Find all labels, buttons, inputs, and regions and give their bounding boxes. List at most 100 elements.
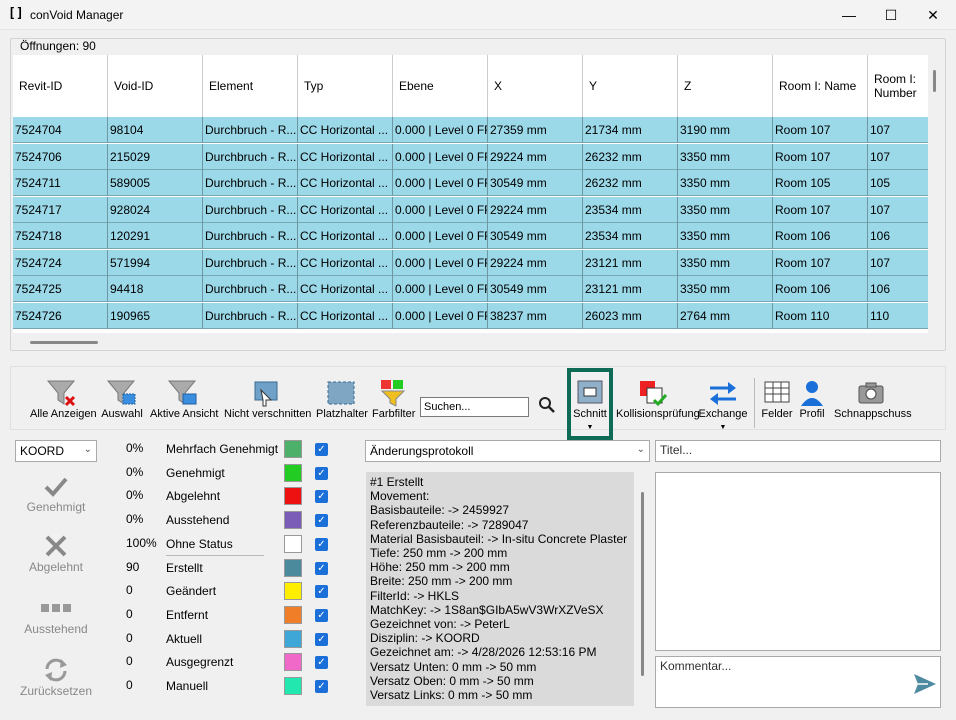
table-cell[interactable]: 7524717 xyxy=(13,196,108,223)
table-cell[interactable]: 120291 xyxy=(108,223,203,249)
column-header[interactable]: Room I: Name xyxy=(773,55,868,117)
status-visibility-checkbox[interactable]: ✓ xyxy=(315,585,328,599)
close-button[interactable]: ✕ xyxy=(912,0,954,30)
table-cell[interactable]: 94418 xyxy=(108,276,203,302)
active-view-button[interactable]: Aktive Ansicht xyxy=(150,378,218,420)
table-row[interactable]: 7524704 98104 Durchbruch - R... CC Horizont… xyxy=(13,117,928,143)
status-color-swatch[interactable] xyxy=(284,677,302,695)
column-header[interactable]: Element xyxy=(203,55,298,117)
table-cell[interactable]: Room 107 xyxy=(773,143,868,170)
table-cell[interactable]: 3350 mm xyxy=(678,170,773,196)
column-header[interactable]: Typ xyxy=(298,55,393,117)
log-scroll-thumb[interactable] xyxy=(641,492,644,676)
table-cell[interactable]: 3350 mm xyxy=(678,249,773,276)
table-row[interactable]: 7524724 571994 Durchbruch - R... CC Horizon… xyxy=(13,249,928,276)
table-cell[interactable]: Durchbruch - R... xyxy=(203,276,298,302)
table-cell[interactable]: 23121 mm xyxy=(583,276,678,302)
table-cell[interactable]: 3350 mm xyxy=(678,196,773,223)
table-cell[interactable]: 26232 mm xyxy=(583,170,678,196)
table-cell[interactable]: 26023 mm xyxy=(583,302,678,329)
table-cell[interactable]: 106 xyxy=(868,223,928,249)
not-cut-button[interactable]: Nicht verschnitten xyxy=(224,378,311,420)
section-button[interactable]: Schnitt ▼ xyxy=(571,378,609,431)
send-button[interactable] xyxy=(912,672,938,699)
column-header[interactable]: Room I: Number xyxy=(868,55,928,117)
table-cell[interactable]: 3350 mm xyxy=(678,223,773,249)
show-all-button[interactable]: Alle Anzeigen xyxy=(30,378,97,420)
status-visibility-checkbox[interactable]: ✓ xyxy=(315,608,328,622)
table-cell[interactable]: Durchbruch - R... xyxy=(203,223,298,249)
table-cell[interactable]: 7524704 xyxy=(13,117,108,143)
status-visibility-checkbox[interactable]: ✓ xyxy=(315,632,328,646)
table-cell[interactable]: 30549 mm xyxy=(488,276,583,302)
table-cell[interactable]: Room 107 xyxy=(773,196,868,223)
discipline-select[interactable]: KOORD ⌄ xyxy=(15,440,97,462)
exchange-button[interactable]: Exchange ▼ xyxy=(698,378,748,431)
status-visibility-checkbox[interactable]: ✓ xyxy=(315,537,328,551)
table-cell[interactable]: Durchbruch - R... xyxy=(203,196,298,223)
table-cell[interactable]: 0.000 | Level 0 FF xyxy=(393,143,488,170)
maximize-button[interactable]: ☐ xyxy=(870,0,912,30)
table-cell[interactable]: 23534 mm xyxy=(583,223,678,249)
column-header[interactable]: Z xyxy=(678,55,773,117)
table-cell[interactable]: 3350 mm xyxy=(678,143,773,170)
table-cell[interactable]: 215029 xyxy=(108,143,203,170)
openings-table[interactable]: Revit-ID Void-ID Element Typ Ebene X Y Z Room I:… xyxy=(13,55,928,333)
approve-button[interactable]: Genehmigt xyxy=(16,472,96,514)
selection-button[interactable]: Auswahl xyxy=(100,378,144,420)
table-cell[interactable]: 106 xyxy=(868,276,928,302)
profile-button[interactable]: Profil xyxy=(799,378,825,420)
table-cell[interactable]: 27359 mm xyxy=(488,117,583,143)
vertical-scrollbar[interactable] xyxy=(929,55,944,333)
table-cell[interactable]: 3350 mm xyxy=(678,276,773,302)
table-cell[interactable]: 7524706 xyxy=(13,143,108,170)
table-cell[interactable]: 589005 xyxy=(108,170,203,196)
table-cell[interactable]: 107 xyxy=(868,250,928,276)
table-cell[interactable]: 30549 mm xyxy=(488,223,583,249)
table-cell[interactable]: Durchbruch - R... xyxy=(203,143,298,170)
table-cell[interactable]: CC Horizontal ... xyxy=(298,223,393,249)
table-cell[interactable]: 107 xyxy=(868,197,928,223)
color-filter-button[interactable]: Farbfilter xyxy=(372,378,415,420)
status-color-swatch[interactable] xyxy=(284,487,302,506)
status-visibility-checkbox[interactable]: ✓ xyxy=(315,466,328,480)
exchange-dropdown-icon[interactable]: ▼ xyxy=(698,424,748,431)
table-cell[interactable]: CC Horizontal ... xyxy=(298,117,393,143)
table-cell[interactable]: CC Horizontal ... xyxy=(298,249,393,276)
table-cell[interactable]: 105 xyxy=(868,170,928,196)
status-color-swatch[interactable] xyxy=(284,558,302,577)
table-cell[interactable]: 0.000 | Level 0 FF xyxy=(393,170,488,196)
snapshot-button[interactable]: Schnappschuss xyxy=(834,378,912,420)
table-cell[interactable]: Durchbruch - R... xyxy=(203,117,298,143)
table-cell[interactable]: 7524711 xyxy=(13,170,108,196)
table-cell[interactable]: Room 107 xyxy=(773,249,868,276)
table-row[interactable]: 7524718 120291 Durchbruch - R... CC Horizon… xyxy=(13,223,928,249)
notes-area[interactable] xyxy=(655,472,941,651)
search-input[interactable]: Suchen... xyxy=(420,397,529,417)
table-cell[interactable]: 30549 mm xyxy=(488,170,583,196)
table-cell[interactable]: Durchbruch - R... xyxy=(203,302,298,329)
table-cell[interactable]: CC Horizontal ... xyxy=(298,302,393,329)
table-cell[interactable]: 7524718 xyxy=(13,223,108,249)
reject-button[interactable]: Abgelehnt xyxy=(16,532,96,574)
log-select[interactable]: Änderungsprotokoll ⌄ xyxy=(365,440,650,462)
table-cell[interactable]: 38237 mm xyxy=(488,302,583,329)
column-header[interactable]: X xyxy=(488,55,583,117)
status-visibility-checkbox[interactable]: ✓ xyxy=(315,514,328,528)
status-color-swatch[interactable] xyxy=(284,440,302,458)
table-cell[interactable]: 29224 mm xyxy=(488,143,583,170)
table-cell[interactable]: 26232 mm xyxy=(583,143,678,170)
status-visibility-checkbox[interactable]: ✓ xyxy=(315,490,328,504)
table-cell[interactable]: Room 106 xyxy=(773,276,868,302)
status-color-swatch[interactable] xyxy=(284,463,302,482)
clash-check-button[interactable]: Kollisionsprüfung xyxy=(616,378,700,420)
table-cell[interactable]: 23121 mm xyxy=(583,249,678,276)
table-cell[interactable]: 0.000 | Level 0 FF xyxy=(393,223,488,249)
table-cell[interactable]: 0.000 | Level 0 FF xyxy=(393,276,488,302)
table-cell[interactable]: Room 107 xyxy=(773,117,868,143)
status-color-swatch[interactable] xyxy=(284,582,302,601)
table-cell[interactable]: 0.000 | Level 0 FF xyxy=(393,117,488,143)
table-cell[interactable]: CC Horizontal ... xyxy=(298,196,393,223)
table-cell[interactable]: 190965 xyxy=(108,302,203,329)
column-header[interactable]: Ebene xyxy=(393,55,488,117)
